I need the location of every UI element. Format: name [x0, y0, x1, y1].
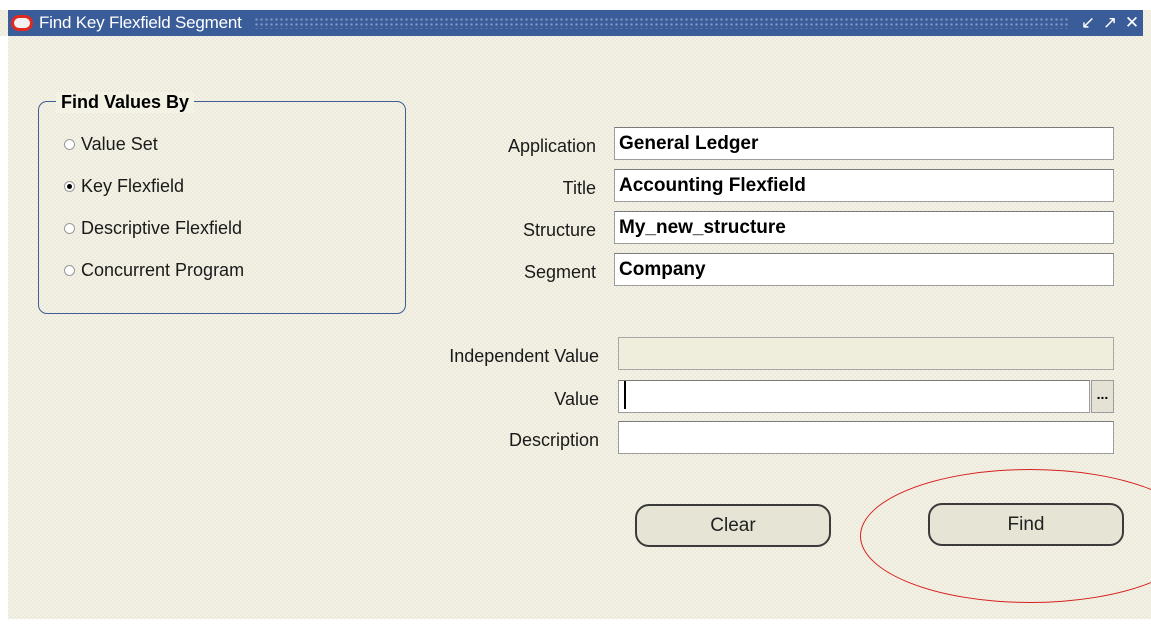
- radio-value-set[interactable]: Value Set: [64, 134, 158, 155]
- structure-label: Structure: [522, 220, 596, 240]
- find-values-by-title: Find Values By: [56, 92, 195, 113]
- radio-label: Descriptive Flexfield: [81, 218, 243, 238]
- title-bar[interactable]: Find Key Flexfield Segment ↙ ↗ ✕: [8, 10, 1143, 36]
- radio-key-flexfield[interactable]: Key Flexfield: [64, 176, 184, 197]
- application-field[interactable]: General Ledger: [614, 127, 1114, 160]
- find-button[interactable]: Find: [928, 503, 1124, 546]
- segment-field[interactable]: Company: [614, 253, 1114, 286]
- list-of-values-button[interactable]: ...: [1091, 380, 1114, 413]
- radio-label: Concurrent Program: [81, 260, 245, 280]
- application-label: Application: [507, 136, 596, 156]
- radio-button-icon[interactable]: [64, 139, 75, 150]
- radio-concurrent-program[interactable]: Concurrent Program: [64, 260, 244, 281]
- radio-button-icon[interactable]: [64, 265, 75, 276]
- description-field[interactable]: [618, 421, 1114, 454]
- description-label: Description: [508, 430, 599, 450]
- window-title: Find Key Flexfield Segment: [39, 13, 242, 32]
- minimize-icon[interactable]: ↙: [1077, 10, 1099, 36]
- independent-value-label: Independent Value: [449, 346, 599, 366]
- close-icon[interactable]: ✕: [1121, 10, 1143, 36]
- structure-field[interactable]: My_new_structure: [614, 211, 1114, 244]
- clear-button-label: Clear: [710, 515, 756, 536]
- radio-button-checked-icon[interactable]: [64, 181, 75, 192]
- find-values-by-group: [38, 101, 406, 314]
- text-cursor: [624, 381, 626, 409]
- segment-label: Segment: [523, 262, 596, 282]
- radio-button-icon[interactable]: [64, 223, 75, 234]
- title-label: Title: [562, 178, 596, 198]
- find-key-flexfield-segment-window: Find Key Flexfield Segment ↙ ↗ ✕ Find Va…: [0, 0, 1151, 629]
- radio-label: Value Set: [81, 134, 158, 154]
- value-label: Value: [554, 389, 599, 409]
- value-field[interactable]: [618, 380, 1090, 413]
- clear-button[interactable]: Clear: [635, 504, 831, 547]
- oracle-logo-icon: [11, 15, 33, 31]
- window-frame-left: [0, 36, 8, 629]
- maximize-icon[interactable]: ↗: [1099, 10, 1121, 36]
- window-frame-bottom: [0, 619, 1151, 629]
- title-field[interactable]: Accounting Flexfield: [614, 169, 1114, 202]
- find-button-label: Find: [1007, 514, 1045, 535]
- window-frame-top: [0, 0, 1151, 10]
- radio-label: Key Flexfield: [81, 176, 185, 196]
- independent-value-field: [618, 337, 1114, 370]
- title-bar-grip: [253, 17, 1069, 29]
- radio-descriptive-flexfield[interactable]: Descriptive Flexfield: [64, 218, 242, 239]
